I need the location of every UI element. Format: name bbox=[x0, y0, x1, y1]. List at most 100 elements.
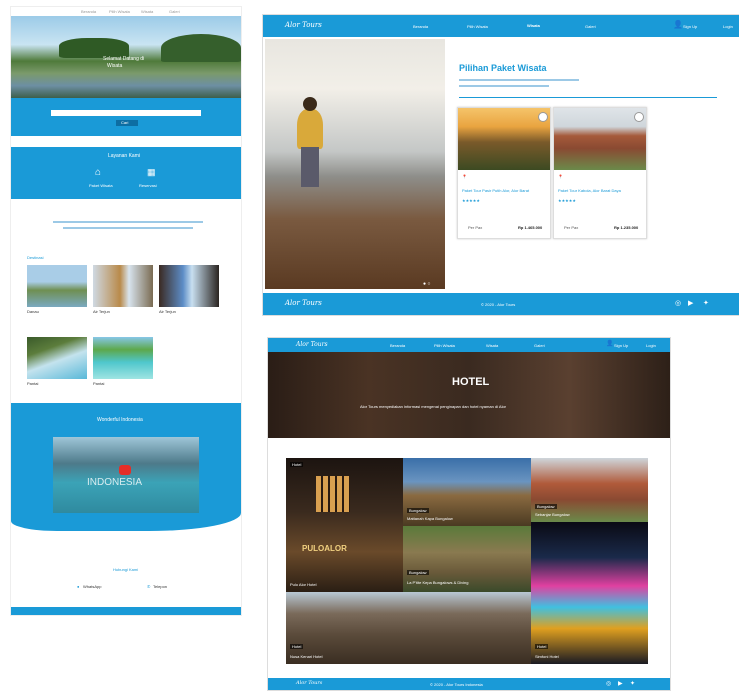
contact-item[interactable]: Telepon bbox=[153, 584, 167, 589]
description-line bbox=[63, 227, 193, 229]
destination-thumb[interactable] bbox=[93, 265, 153, 307]
navbar: Alor Tours Beranda Pilih Wisata Wisata G… bbox=[268, 338, 670, 352]
footer: Alor Tours © 2020 - Alor Tours ◎ ▶ ✦ bbox=[263, 293, 739, 315]
service-label: Paket Wisata bbox=[89, 183, 113, 188]
card-title[interactable]: Paket Tour Kabola, Alor Barat Daya bbox=[558, 188, 642, 193]
destination-thumb[interactable] bbox=[159, 265, 219, 307]
hotel-tile[interactable]: Bungalow La P'tite Kepa Bungalows & Divi… bbox=[403, 526, 531, 592]
card-price: Rp 1.465.000 bbox=[518, 225, 543, 230]
left-footer bbox=[11, 607, 241, 615]
hotel-tile[interactable]: Bungalow Mattanah Kapa Bungalow bbox=[403, 458, 531, 526]
heart-icon[interactable] bbox=[538, 112, 548, 122]
brand-logo[interactable]: Alor Tours bbox=[296, 341, 328, 348]
search-band: Cari bbox=[11, 98, 241, 136]
hiker-head bbox=[303, 97, 317, 111]
destination-thumb[interactable] bbox=[93, 337, 153, 379]
card-price: Rp 1.235.000 bbox=[614, 225, 639, 230]
sign-up-link[interactable]: Sign Up bbox=[614, 343, 628, 348]
search-input[interactable] bbox=[51, 110, 201, 116]
tile-name: Nusa Kenari Hotel bbox=[290, 654, 323, 659]
brand-logo[interactable]: Alor Tours bbox=[285, 21, 322, 29]
youtube-icon[interactable]: ▶ bbox=[688, 299, 693, 307]
services-band: Layanan Kami ⌂ Paket Wisata ▦ Reservasi bbox=[11, 147, 241, 199]
nav-item[interactable]: Wisata bbox=[486, 343, 498, 348]
nav-item[interactable]: Galeri bbox=[534, 343, 545, 348]
tile-badge: Bungalow bbox=[407, 570, 429, 575]
package-card[interactable]: 📍 Paket Tour Kabola, Alor Barat Daya ★★★… bbox=[553, 107, 647, 239]
service-label: Reservasi bbox=[139, 183, 157, 188]
nav-item[interactable]: Pilih Wisata bbox=[434, 343, 455, 348]
nav-item-active[interactable]: Wisata bbox=[527, 23, 540, 28]
card-image bbox=[554, 108, 646, 170]
tile-badge: Hotel bbox=[535, 644, 549, 649]
nav-item[interactable]: Beranda bbox=[413, 24, 428, 29]
twitter-icon[interactable]: ✦ bbox=[703, 299, 709, 307]
section-title: Layanan Kami bbox=[108, 153, 140, 159]
card-title[interactable]: Paket Tour Pasir Putih Alor, Alor Barat bbox=[462, 188, 546, 193]
section-subtitle-line bbox=[459, 85, 549, 87]
card-rating: ★★★★★ bbox=[558, 198, 576, 203]
tree-island bbox=[161, 34, 241, 62]
carousel-dots[interactable]: ● ○ bbox=[423, 281, 430, 287]
hero-banner: HOTEL Alor Tours menyediakan informasi m… bbox=[268, 352, 670, 438]
nav-item[interactable]: Pilih Wisata bbox=[109, 9, 130, 14]
card-image bbox=[458, 108, 550, 170]
contact-item[interactable]: WhatsApp bbox=[83, 584, 101, 589]
hotel-tile[interactable]: Hotel Simfoni Hotel bbox=[531, 522, 648, 664]
instagram-icon[interactable]: ◎ bbox=[675, 299, 681, 307]
youtube-icon[interactable]: ▶ bbox=[618, 680, 623, 687]
tile-badge: Bungalow bbox=[535, 504, 557, 509]
nav-item[interactable]: Pilih Wisata bbox=[467, 24, 488, 29]
user-icon[interactable]: 👤 bbox=[606, 340, 613, 347]
hotel-tile[interactable]: Bungalow Sebanjar Bungalow bbox=[531, 458, 648, 522]
top-right-screenshot: Alor Tours Beranda Pilih Wisata Wisata G… bbox=[262, 14, 739, 316]
video-band: Wonderful Indonesia INDONESIA bbox=[11, 403, 241, 531]
nav-item[interactable]: Wisata bbox=[141, 9, 153, 14]
tile-name: Simfoni Hotel bbox=[535, 654, 559, 659]
left-screenshot: Beranda Pilih Wisata Wisata Galeri Selam… bbox=[10, 6, 242, 616]
twitter-icon[interactable]: ✦ bbox=[630, 680, 635, 687]
instagram-icon[interactable]: ◎ bbox=[606, 680, 611, 687]
user-icon[interactable]: 👤 bbox=[673, 20, 683, 29]
nav-item[interactable]: Beranda bbox=[81, 9, 96, 14]
left-hero-image: Selamat Datang di Wisata bbox=[11, 16, 241, 98]
nav-item[interactable]: Galeri bbox=[585, 24, 596, 29]
location-icon: 📍 bbox=[462, 174, 467, 179]
login-link[interactable]: Login bbox=[723, 24, 733, 29]
hero-text: Selamat Datang di bbox=[103, 56, 145, 62]
hiker-figure bbox=[297, 109, 323, 149]
whatsapp-icon[interactable]: ● bbox=[77, 584, 79, 589]
hero-text: Alor Tours menyediakan informasi mengena… bbox=[360, 404, 507, 409]
tile-badge: Hotel bbox=[290, 462, 304, 467]
phone-icon[interactable]: ✆ bbox=[147, 584, 150, 589]
destination-thumb[interactable] bbox=[27, 265, 87, 307]
navbar: Alor Tours Beranda Pilih Wisata Wisata G… bbox=[263, 15, 739, 37]
destination-thumb[interactable] bbox=[27, 337, 87, 379]
search-button[interactable]: Cari bbox=[116, 120, 138, 126]
bottom-right-screenshot: Alor Tours Beranda Pilih Wisata Wisata G… bbox=[267, 337, 671, 691]
sign-up-link[interactable]: Sign Up bbox=[683, 24, 697, 29]
card-pax: Per Pax bbox=[564, 225, 579, 230]
contact-title: Hubungi Kami bbox=[113, 567, 139, 572]
play-icon[interactable] bbox=[119, 465, 131, 475]
video-title: Wonderful Indonesia bbox=[97, 417, 143, 423]
window-grid bbox=[316, 476, 350, 512]
nav-item[interactable]: Beranda bbox=[390, 343, 405, 348]
video-player[interactable]: INDONESIA bbox=[53, 437, 199, 513]
tile-badge: Hotel bbox=[290, 644, 304, 649]
location-icon: 📍 bbox=[558, 174, 563, 179]
nav-item[interactable]: Galeri bbox=[169, 9, 180, 14]
login-link[interactable]: Login bbox=[646, 343, 656, 348]
footer-brand: Alor Tours bbox=[285, 299, 322, 307]
destination-caption: Air Terjun bbox=[93, 309, 110, 314]
destination-caption: Danau bbox=[27, 309, 39, 314]
calendar-icon: ▦ bbox=[147, 167, 156, 177]
section-title: Pilihan Paket Wisata bbox=[459, 63, 547, 73]
hotel-tile[interactable]: PULOALOR Hotel Pulo Alor Hotel bbox=[286, 458, 403, 592]
package-card[interactable]: 📍 Paket Tour Pasir Putih Alor, Alor Bara… bbox=[457, 107, 551, 239]
footer-copyright: © 2020 - Alor Tours bbox=[481, 302, 516, 307]
video-overlay-text: INDONESIA bbox=[87, 477, 143, 488]
heart-icon[interactable] bbox=[634, 112, 644, 122]
hotel-tile[interactable]: Hotel Nusa Kenari Hotel bbox=[286, 592, 531, 664]
footer-copyright: © 2020 - Alor Tours Indonesia bbox=[430, 682, 483, 687]
